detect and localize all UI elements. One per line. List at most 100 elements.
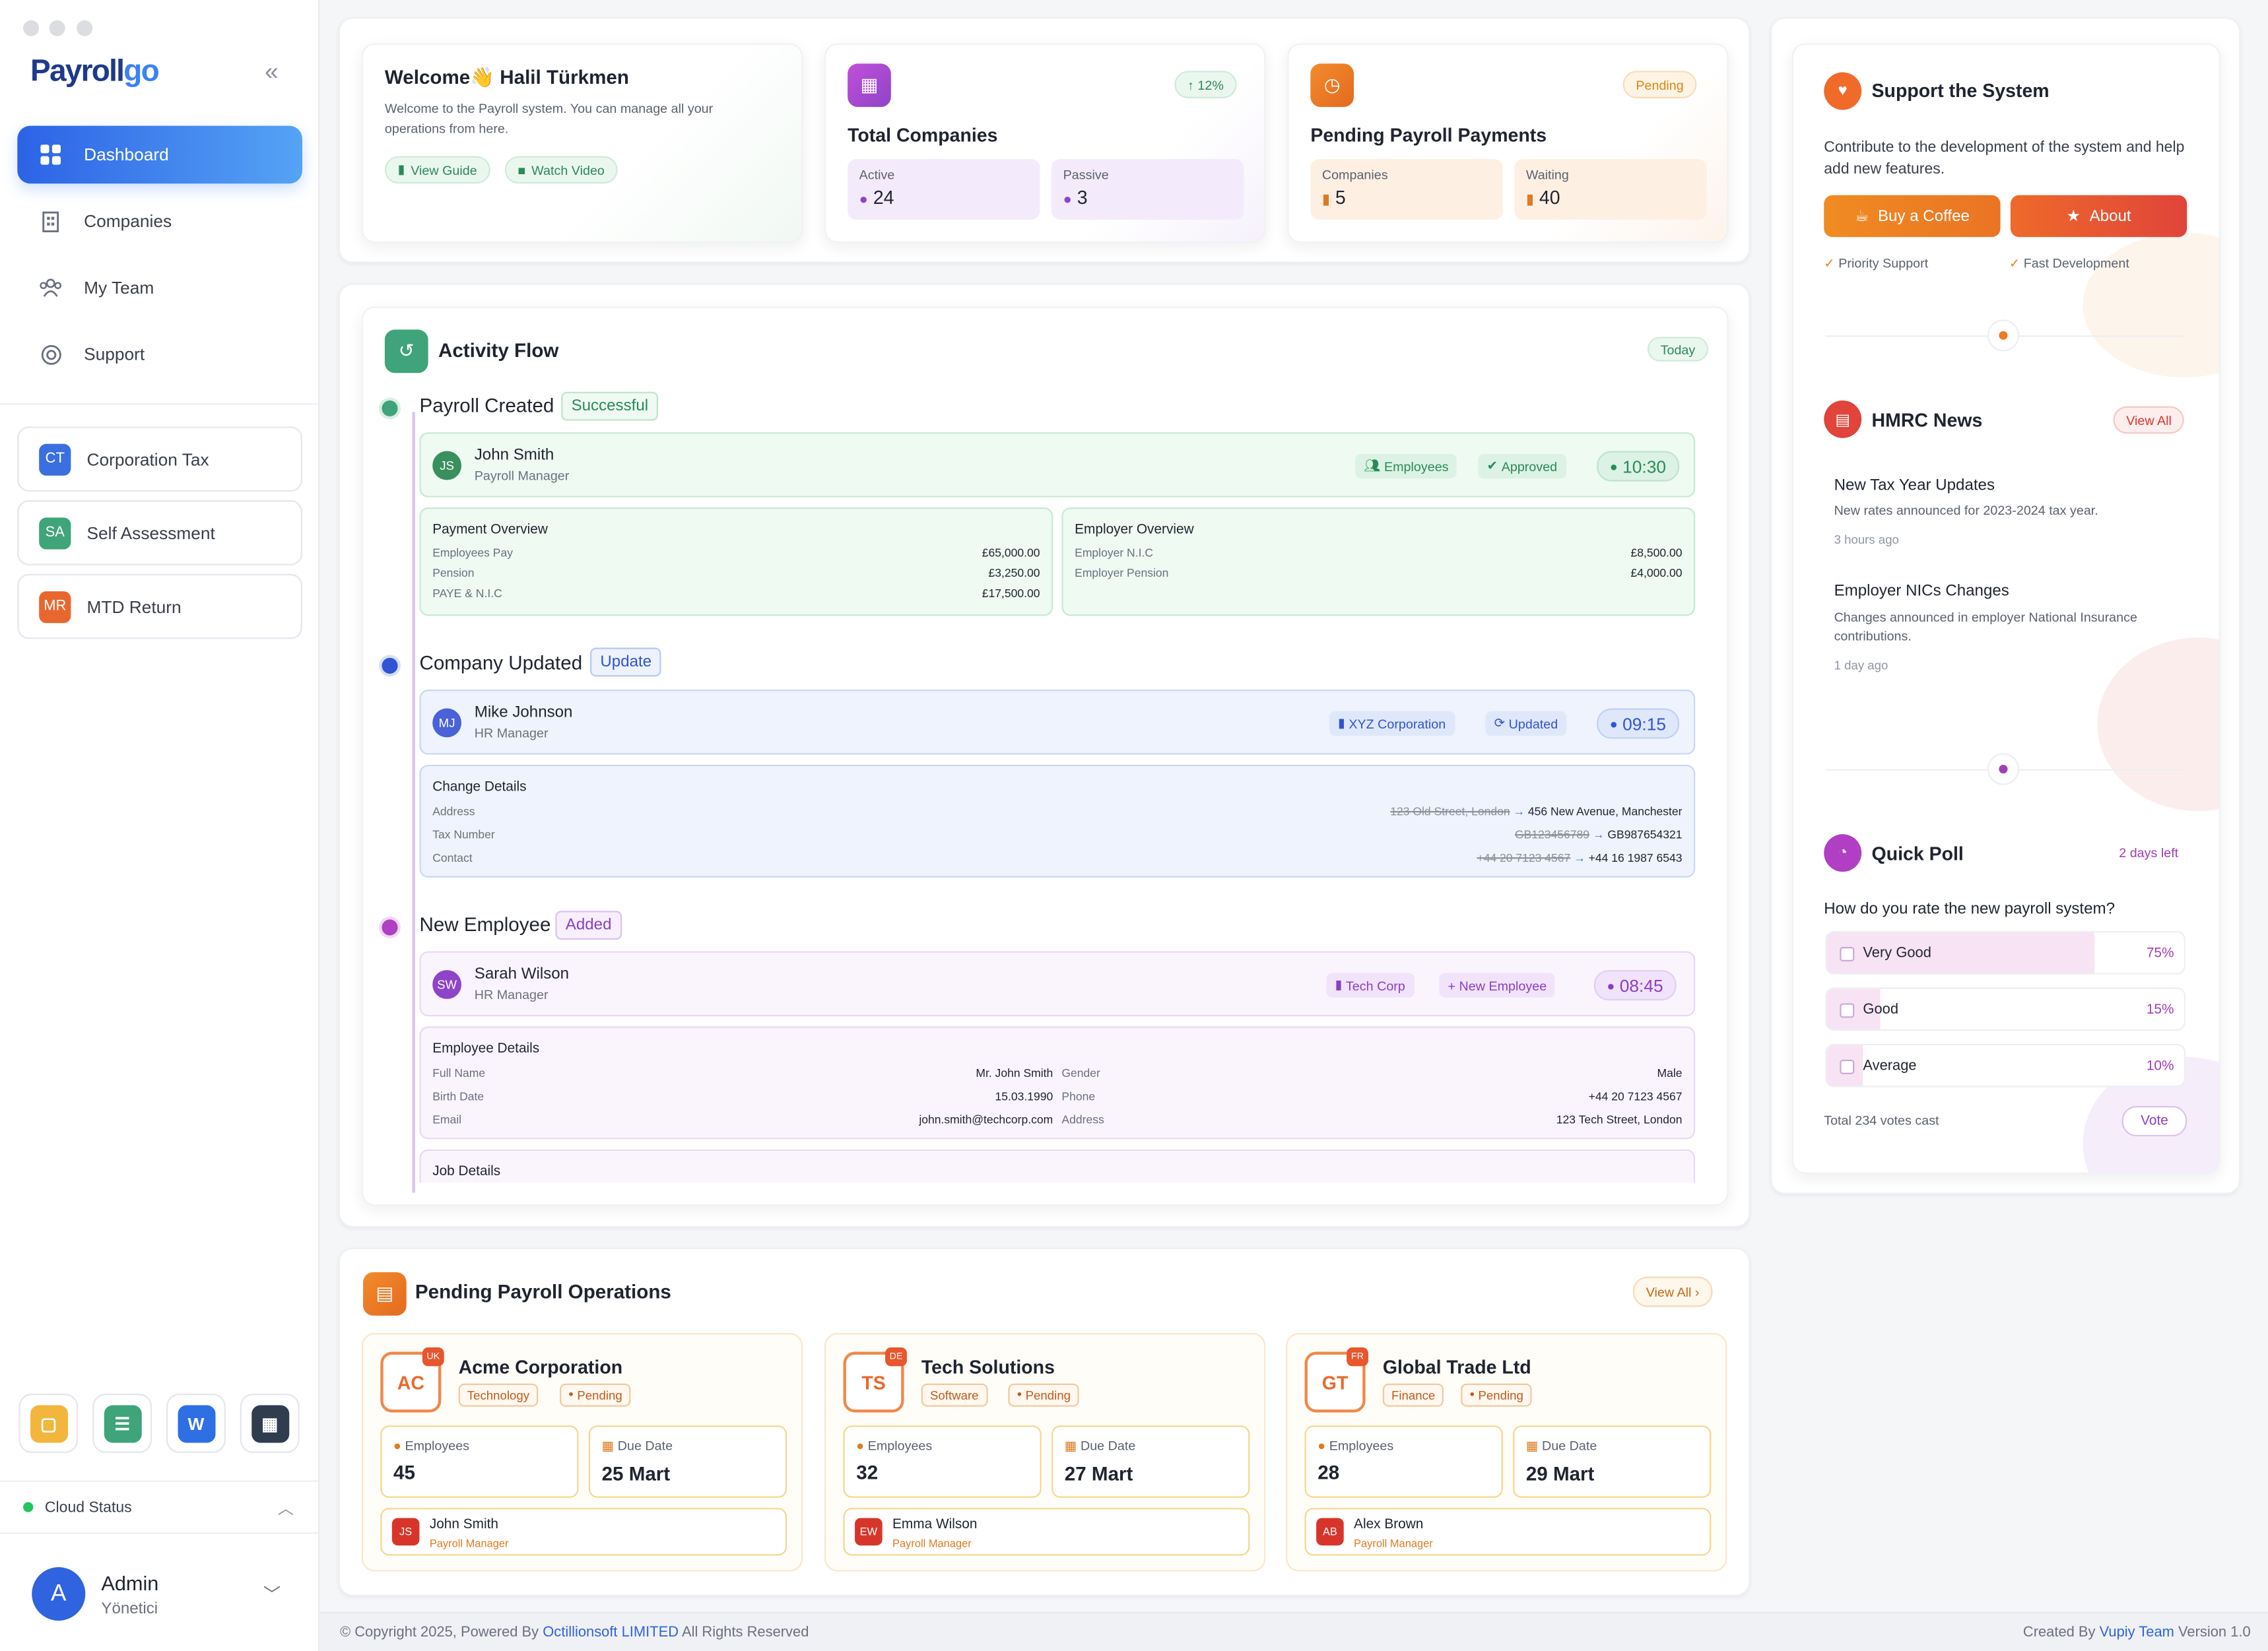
calendar-icon: ▦	[251, 1404, 289, 1442]
about-button[interactable]: ★ About	[2010, 195, 2187, 238]
watch-video-button[interactable]: ■ Watch Video	[504, 156, 618, 184]
quick-calendar-button[interactable]: ▦	[240, 1394, 300, 1453]
support-description: Contribute to the development of the sys…	[1824, 139, 2185, 178]
poll-option-pct: 75%	[2146, 945, 2174, 961]
manager-row: AB Alex Brown Payroll Manager	[1304, 1508, 1712, 1556]
avatar: MJ	[432, 708, 462, 738]
view-all-news-button[interactable]: View All	[2113, 406, 2185, 434]
version-text: Version 1.0	[2178, 1625, 2251, 1641]
updated-tag: ⟳ Updated	[1485, 711, 1567, 736]
window-maximize-dot[interactable]	[77, 20, 93, 36]
arrow-right-icon: →	[1574, 851, 1585, 865]
company-name: Global Trade Ltd	[1382, 1356, 1531, 1378]
news-item-title[interactable]: Employer NICs Changes	[1834, 583, 2009, 600]
quick-word-button[interactable]: W	[166, 1394, 226, 1453]
pending-title: Pending Payroll Payments	[1310, 124, 1547, 146]
kv-label: Contact	[432, 851, 473, 865]
country-flag: UK	[422, 1347, 444, 1367]
employees-tag: 👥︎ Employees	[1355, 453, 1457, 479]
kv-value: Male	[1657, 1066, 1683, 1080]
view-all-operations-button[interactable]: View All ›	[1632, 1276, 1713, 1307]
chevron-down-icon[interactable]: ﹀	[263, 1582, 281, 1606]
feature-label: Priority Support	[1838, 255, 1929, 271]
operation-card[interactable]: AC UK Acme Corporation Technology ● Pend…	[361, 1333, 803, 1572]
nav-dashboard[interactable]: Dashboard	[17, 125, 302, 184]
kv-label: Employees Pay	[432, 546, 514, 560]
cloud-status-bar[interactable]: Cloud Status ︿	[0, 1480, 320, 1534]
manager-role: Payroll Manager	[429, 1536, 509, 1550]
company-name: Tech Solutions	[921, 1356, 1055, 1378]
window-minimize-dot[interactable]	[49, 20, 65, 36]
view-guide-button[interactable]: ▮ View Guide	[384, 156, 490, 184]
tax-badge: SA	[39, 517, 71, 549]
tax-item-mtd-return[interactable]: MR MTD Return	[17, 573, 302, 639]
note-icon: ▢	[29, 1404, 67, 1442]
checkbox[interactable]	[1840, 1003, 1855, 1018]
total-companies-card: ▦ ↑ 12% Total Companies Active ● 24 Passi…	[824, 43, 1266, 243]
employer-overview: Employer Overview Employer N.I.C £8,500.0…	[1061, 507, 1696, 616]
cloud-status-label: Cloud Status	[44, 1498, 132, 1516]
feature-priority: ✓ Priority Support	[1824, 256, 1928, 272]
active-stat: Active ● 24	[848, 158, 1040, 220]
job-details: Job Details	[419, 1149, 1696, 1183]
user-name: Sarah Wilson	[474, 965, 570, 983]
employees-box: ● Employees 45	[380, 1425, 579, 1498]
tag-label: New Employee	[1459, 978, 1547, 993]
news-item-title[interactable]: New Tax Year Updates	[1834, 477, 1995, 494]
tag-label: Tech Corp	[1345, 978, 1405, 993]
tax-item-corporation[interactable]: CT Corporation Tax	[17, 426, 302, 492]
video-icon: ■	[517, 162, 526, 178]
kv-label: Phone	[1061, 1089, 1096, 1103]
company-link[interactable]: Octillionsoft LIMITED	[543, 1625, 679, 1641]
operation-card[interactable]: GT FR Global Trade Ltd Finance ● Pending…	[1286, 1333, 1727, 1572]
divider-dot	[1987, 319, 2020, 352]
window-close-dot[interactable]	[23, 20, 40, 36]
checkbox[interactable]	[1840, 1059, 1855, 1074]
vote-button[interactable]: Vote	[2121, 1106, 2187, 1137]
event-user-row: MJ Mike Johnson HR Manager ▮ XYZ Corpora…	[419, 690, 1696, 755]
team-link[interactable]: Vupiy Team	[2100, 1625, 2174, 1641]
old-value: +44 20 7123 4567	[1477, 851, 1571, 865]
poll-option[interactable]: Average 10%	[1825, 1043, 2186, 1087]
event-user-row: JS John Smith Payroll Manager 👥︎ Employe…	[419, 432, 1696, 498]
kv-label: Full Name	[432, 1066, 486, 1080]
checkbox[interactable]	[1840, 947, 1855, 961]
companies-count: 5	[1335, 186, 1346, 209]
support-title: Support the System	[1871, 79, 2050, 102]
nav-support[interactable]: Support	[17, 325, 302, 383]
old-value: 123 Old Street, London	[1390, 805, 1510, 819]
welcome-card: Welcome👋 Halil Türkmen Welcome to the Pa…	[361, 43, 803, 243]
status-badge: Update	[590, 647, 662, 677]
time-label: 10:30	[1622, 456, 1666, 476]
quick-tasks-button[interactable]: ☰	[92, 1394, 152, 1453]
manager-name: Emma Wilson	[892, 1516, 978, 1533]
nav-my-team[interactable]: My Team	[17, 259, 302, 317]
app-logo[interactable]: Payrollgo	[30, 55, 160, 90]
news-item-desc: New rates announced for 2023-2024 tax ye…	[1834, 503, 2098, 518]
nav-companies[interactable]: Companies	[17, 192, 302, 250]
operations-title: Pending Payroll Operations	[415, 1281, 671, 1303]
poll-option[interactable]: Good 15%	[1825, 987, 2186, 1031]
operation-card[interactable]: TS DE Tech Solutions Software ● Pending …	[824, 1333, 1266, 1572]
collapse-sidebar-icon[interactable]: «	[265, 58, 279, 87]
kv-value: Mr. John Smith	[976, 1066, 1053, 1080]
user-name: John Smith	[474, 446, 554, 465]
check-circle-icon: ●	[859, 192, 868, 209]
word-doc-icon: W	[177, 1404, 215, 1442]
avatar[interactable]: A	[32, 1567, 86, 1621]
tag-label: Updated	[1508, 716, 1558, 731]
view-all-label: View All	[1646, 1284, 1692, 1299]
poll-option[interactable]: Very Good 75%	[1825, 930, 2186, 975]
document-icon: ▤	[363, 1272, 407, 1316]
arrow-right-icon: →	[1513, 805, 1525, 819]
buy-coffee-button[interactable]: ☕︎ Buy a Coffee	[1824, 195, 2001, 238]
pending-badge: Pending	[1622, 71, 1697, 98]
dot-icon: ●	[1469, 1390, 1475, 1400]
quick-notes-button[interactable]: ▢	[18, 1394, 79, 1453]
chevron-up-icon[interactable]: ︿	[278, 1497, 294, 1520]
logo-accent: go	[123, 55, 159, 88]
section-title: Employee Details	[432, 1041, 540, 1057]
tax-item-self-assessment[interactable]: SA Self Assessment	[17, 500, 302, 566]
approved-tag: ✔ Approved	[1478, 453, 1566, 479]
manager-row: EW Emma Wilson Payroll Manager	[843, 1508, 1250, 1556]
